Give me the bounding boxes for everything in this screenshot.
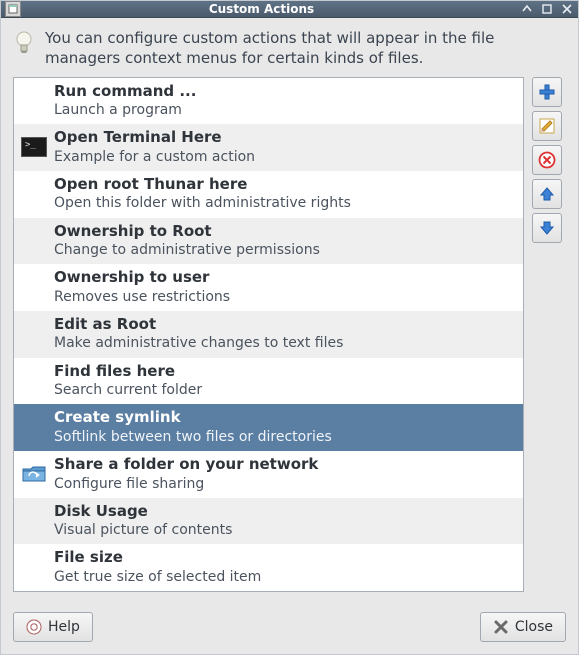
delete-button[interactable] xyxy=(532,145,562,175)
action-title: Share a folder on your network xyxy=(54,455,517,475)
content: You can configure custom actions that wi… xyxy=(1,18,578,602)
action-title: File size xyxy=(54,548,517,568)
blank-icon xyxy=(20,86,48,114)
action-row[interactable]: Share a folder on your networkConfigure … xyxy=(14,451,523,498)
blank-icon xyxy=(20,273,48,301)
terminal-icon xyxy=(20,133,48,161)
action-title: Open root Thunar here xyxy=(54,175,517,195)
action-title: Ownership to Root xyxy=(54,222,517,242)
window: Custom Actions You can configure custom … xyxy=(0,0,579,655)
help-button[interactable]: Help xyxy=(13,612,93,642)
intro: You can configure custom actions that wi… xyxy=(13,28,566,69)
action-desc: Launch a program xyxy=(54,101,517,119)
intro-text: You can configure custom actions that wi… xyxy=(45,28,566,69)
action-texts: Ownership to RootChange to administrativ… xyxy=(54,222,517,260)
action-row[interactable]: Ownership to userRemoves use restriction… xyxy=(14,264,523,311)
blank-icon xyxy=(20,413,48,441)
action-desc: Change to administrative permissions xyxy=(54,241,517,259)
action-desc: Make administrative changes to text file… xyxy=(54,334,517,352)
action-row[interactable]: File sizeGet true size of selected item xyxy=(14,544,523,591)
action-texts: Edit as RootMake administrative changes … xyxy=(54,315,517,353)
close-button[interactable]: Close xyxy=(480,612,566,642)
bulb-icon xyxy=(13,28,39,63)
action-desc: Configure file sharing xyxy=(54,475,517,493)
action-texts: Disk UsageVisual picture of contents xyxy=(54,502,517,540)
action-row[interactable]: Ownership to RootChange to administrativ… xyxy=(14,218,523,265)
blank-icon xyxy=(20,553,48,581)
action-desc: Example for a custom action xyxy=(54,148,517,166)
action-desc: Removes use restrictions xyxy=(54,288,517,306)
close-label: Close xyxy=(515,619,553,635)
action-row[interactable]: Disk UsageVisual picture of contents xyxy=(14,498,523,545)
move-up-button[interactable] xyxy=(532,179,562,209)
action-title: Create symlink xyxy=(54,408,517,428)
action-title: Open Terminal Here xyxy=(54,128,517,148)
action-row[interactable]: Open Terminal HereExample for a custom a… xyxy=(14,124,523,171)
move-down-button[interactable] xyxy=(532,213,562,243)
titlebar: Custom Actions xyxy=(1,1,578,18)
action-title: Run command ... xyxy=(54,82,517,102)
main-row: Run command ...Launch a program Open Term… xyxy=(13,77,566,593)
help-icon xyxy=(26,619,42,635)
action-desc: Search current folder xyxy=(54,381,517,399)
blank-icon xyxy=(20,226,48,254)
maximize-icon[interactable] xyxy=(540,2,554,16)
action-texts: Create symlinkSoftlink between two files… xyxy=(54,408,517,446)
action-title: Edit as Root xyxy=(54,315,517,335)
action-row[interactable]: Open root Thunar hereOpen this folder wi… xyxy=(14,171,523,218)
action-texts: Share a folder on your networkConfigure … xyxy=(54,455,517,493)
action-desc: Softlink between two files or directorie… xyxy=(54,428,517,446)
close-icon[interactable] xyxy=(560,2,574,16)
action-texts: File sizeGet true size of selected item xyxy=(54,548,517,586)
shade-icon[interactable] xyxy=(520,2,534,16)
action-row[interactable]: Edit as RootMake administrative changes … xyxy=(14,311,523,358)
blank-icon xyxy=(20,507,48,535)
action-desc: Visual picture of contents xyxy=(54,521,517,539)
actions-list[interactable]: Run command ...Launch a program Open Term… xyxy=(13,77,524,593)
action-texts: Open root Thunar hereOpen this folder wi… xyxy=(54,175,517,213)
action-title: Ownership to user xyxy=(54,268,517,288)
edit-button[interactable] xyxy=(532,111,562,141)
action-texts: Find files hereSearch current folder xyxy=(54,362,517,400)
action-row[interactable]: Create symlinkSoftlink between two files… xyxy=(14,404,523,451)
close-x-icon xyxy=(493,619,509,635)
action-texts: Ownership to userRemoves use restriction… xyxy=(54,268,517,306)
action-desc: Open this folder with administrative rig… xyxy=(54,194,517,212)
action-texts: Run command ...Launch a program xyxy=(54,82,517,120)
blank-icon xyxy=(20,366,48,394)
window-title: Custom Actions xyxy=(27,2,514,16)
action-row[interactable]: Run command ...Launch a program xyxy=(14,78,523,125)
folder-share-icon xyxy=(20,460,48,488)
action-title: Find files here xyxy=(54,362,517,382)
help-label: Help xyxy=(48,619,80,635)
action-title: Disk Usage xyxy=(54,502,517,522)
side-buttons xyxy=(532,77,566,593)
bottom-bar: Help Close xyxy=(1,602,578,654)
action-desc: Get true size of selected item xyxy=(54,568,517,586)
add-button[interactable] xyxy=(532,77,562,107)
action-texts: Open Terminal HereExample for a custom a… xyxy=(54,128,517,166)
window-icon xyxy=(5,1,21,17)
blank-icon xyxy=(20,180,48,208)
blank-icon xyxy=(20,320,48,348)
action-row[interactable]: Find files hereSearch current folder xyxy=(14,358,523,405)
